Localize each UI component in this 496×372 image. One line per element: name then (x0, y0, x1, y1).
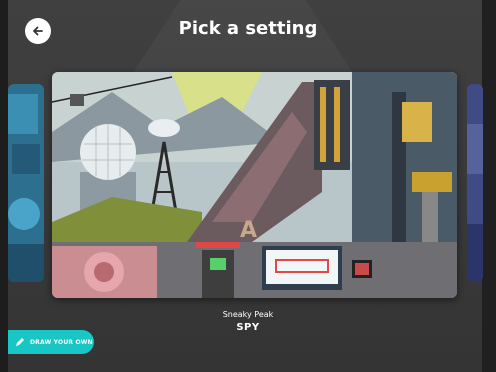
scene-sign-letter: A (240, 218, 257, 243)
setting-card-sneaky-peak[interactable]: A (52, 72, 457, 298)
draw-your-own-label: DRAW YOUR OWN (30, 338, 93, 346)
setting-subtitle: Sneaky Peak (222, 310, 274, 319)
draw-your-own-button[interactable]: DRAW YOUR OWN (8, 330, 94, 354)
pencil-icon (16, 338, 24, 346)
setting-card-next[interactable] (467, 84, 483, 282)
setting-card-previous[interactable] (8, 84, 44, 282)
previous-setting-thumbnail (8, 84, 44, 282)
next-setting-thumbnail (467, 84, 483, 282)
page-title: Pick a setting (178, 18, 318, 39)
setting-picker-screen: Pick a setting A Sneaky Peak SPY DRAW YO… (0, 0, 496, 372)
sneaky-peak-scene-image: A (52, 72, 457, 298)
